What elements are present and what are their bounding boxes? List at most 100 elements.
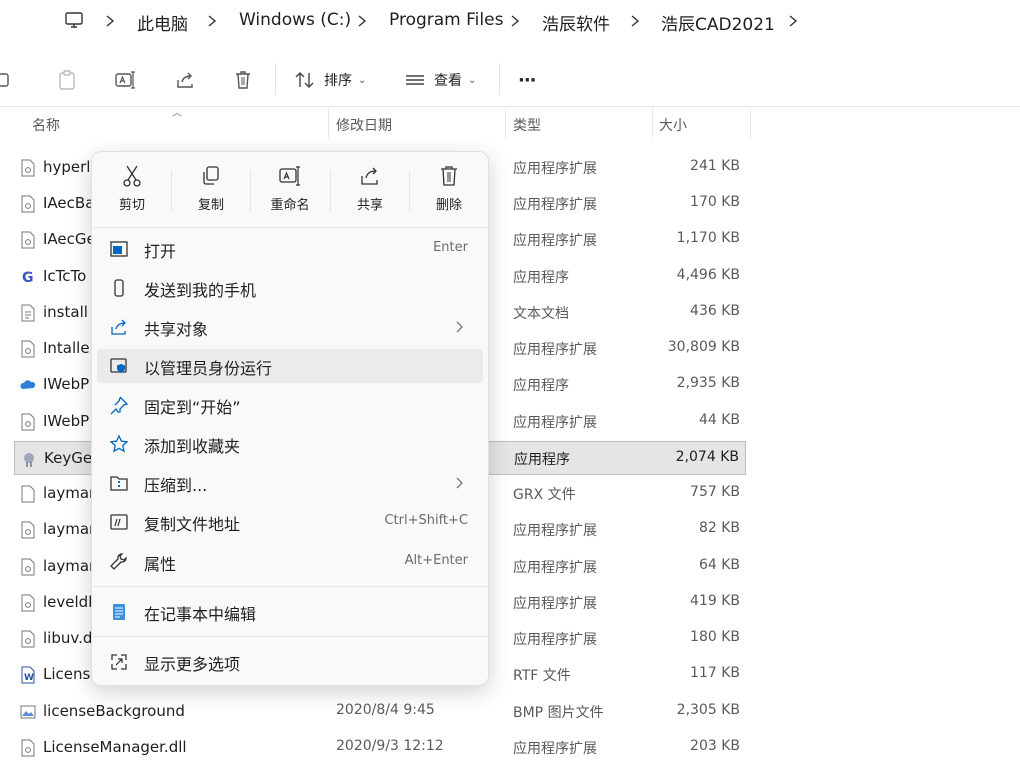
menu-item-label: 压缩到...: [144, 476, 208, 495]
chevron-right-icon[interactable]: [205, 10, 219, 32]
menu-item-open[interactable]: 打开 Enter: [97, 232, 483, 266]
menu-item-label: 显示更多选项: [144, 655, 241, 674]
zip-folder-icon: [110, 476, 128, 491]
file-type: 应用程序扩展: [513, 161, 597, 177]
breadcrumb-gstarcad-2021[interactable]: 浩辰CAD2021: [661, 10, 775, 35]
more-options-button[interactable]: ···: [518, 65, 536, 95]
breadcrumb-this-pc[interactable]: 此电脑: [137, 10, 188, 35]
computer-icon[interactable]: [64, 10, 84, 30]
rename-action[interactable]: 重命名: [260, 164, 320, 220]
rename-icon[interactable]: [114, 69, 136, 91]
file-size: 180 KB: [690, 629, 740, 645]
paste-icon[interactable]: [57, 69, 77, 91]
chevron-right-icon: [456, 477, 463, 489]
copy-action[interactable]: 复制: [181, 164, 241, 220]
sort-icon: [295, 72, 314, 88]
text-file-icon: [21, 304, 35, 322]
file-size: 419 KB: [690, 593, 740, 609]
dll-file-icon: [21, 630, 35, 648]
column-header-size[interactable]: 大小: [659, 115, 687, 135]
file-name: LicenseManager.dll: [43, 738, 187, 756]
menu-item-share-with[interactable]: 共享对象: [97, 310, 483, 344]
file-size: 64 KB: [698, 557, 740, 573]
chevron-right-icon: [456, 321, 463, 333]
star-icon: [109, 434, 129, 453]
column-header-type[interactable]: 类型: [513, 115, 541, 135]
column-separator[interactable]: [505, 108, 506, 138]
menu-item-copy-as-path[interactable]: 复制文件地址 Ctrl+Shift+C: [97, 505, 483, 539]
file-type: 应用程序扩展: [513, 596, 597, 612]
file-date: 2020/8/4 9:45: [336, 702, 435, 718]
word-doc-icon: W: [21, 666, 35, 684]
column-header-name[interactable]: 名称: [32, 115, 60, 135]
keygen-app-icon: [24, 453, 34, 467]
view-button[interactable]: 查看 ⌄: [404, 65, 476, 95]
column-separator[interactable]: [652, 108, 653, 138]
menu-shortcut: Ctrl+Shift+C: [384, 513, 468, 528]
menu-item-pin-to-start[interactable]: 固定到“开始”: [97, 388, 483, 422]
share-label: 共享: [356, 198, 383, 213]
sort-up-icon: ︿: [172, 108, 182, 119]
separator: [330, 170, 331, 212]
file-name: Intaller: [43, 339, 96, 357]
breadcrumb-windows-c[interactable]: Windows (C:): [239, 10, 351, 30]
menu-item-show-more-options[interactable]: 显示更多选项: [97, 645, 483, 679]
file-type: 应用程序扩展: [513, 560, 597, 576]
sort-button[interactable]: 排序 ⌄: [294, 65, 366, 95]
file-type: 应用程序扩展: [513, 632, 597, 648]
delete-icon[interactable]: [233, 69, 253, 91]
chevron-right-icon[interactable]: [355, 10, 369, 32]
file-type: 应用程序: [513, 270, 569, 286]
column-separator[interactable]: [750, 108, 751, 138]
menu-item-compress-to[interactable]: 压缩到...: [97, 466, 483, 500]
copy-path-icon: [110, 514, 128, 530]
sort-label: 排序: [324, 73, 352, 89]
chevron-right-icon[interactable]: [103, 10, 117, 32]
column-separator[interactable]: [328, 108, 329, 138]
file-size: 436 KB: [690, 303, 740, 319]
chevron-right-icon[interactable]: [786, 10, 800, 32]
cut-action[interactable]: 剪切: [102, 164, 162, 220]
chevron-right-icon[interactable]: [508, 10, 522, 32]
copy-icon[interactable]: [0, 70, 18, 90]
file-size: 757 KB: [690, 484, 740, 500]
cut-label: 剪切: [118, 198, 145, 213]
gstar-app-icon: G: [22, 270, 34, 286]
menu-divider: [93, 636, 487, 637]
file-type: 应用程序扩展: [513, 197, 597, 213]
delete-action[interactable]: 删除: [419, 164, 479, 220]
separator: [409, 170, 410, 212]
blank-file-icon: [21, 485, 35, 503]
file-name: IWebP: [43, 412, 90, 430]
menu-item-properties[interactable]: 属性 Alt+Enter: [97, 545, 483, 579]
rename-icon: [279, 166, 300, 186]
dll-file-icon: [21, 413, 35, 431]
chevron-right-icon[interactable]: [628, 10, 642, 32]
share-icon: [361, 167, 378, 185]
menu-item-send-to-phone[interactable]: 发送到我的手机: [97, 271, 483, 305]
column-header-modified[interactable]: 修改日期: [336, 115, 392, 135]
file-size: 2,074 KB: [675, 449, 739, 465]
notepad-icon: [113, 604, 125, 620]
breadcrumb-program-files[interactable]: Program Files: [389, 10, 503, 30]
file-size: 117 KB: [690, 665, 740, 681]
file-row[interactable]: licenseBackground 2020/8/4 9:45 BMP 图片文件…: [14, 695, 746, 729]
file-size: 1,170 KB: [676, 230, 740, 246]
menu-item-add-to-favorites[interactable]: 添加到收藏夹: [97, 427, 483, 461]
file-size: 4,496 KB: [676, 267, 740, 283]
share-icon[interactable]: [174, 69, 196, 91]
toolbar-divider: [0, 106, 1020, 107]
file-row[interactable]: LicenseManager.dll 2020/9/3 12:12 应用程序扩展…: [14, 731, 746, 765]
menu-item-edit-in-notepad[interactable]: 在记事本中编辑: [97, 595, 483, 629]
file-name: laymar: [43, 520, 96, 538]
breadcrumb-gstarsoft[interactable]: 浩辰软件: [542, 10, 610, 35]
file-size: 82 KB: [698, 520, 740, 536]
file-type: 应用程序扩展: [513, 523, 597, 539]
file-type: GRX 文件: [513, 487, 576, 503]
wrench-icon: [110, 553, 127, 570]
command-bar: 排序 ⌄ 查看 ⌄ ···: [0, 55, 1020, 105]
menu-item-run-as-admin[interactable]: 以管理员身份运行: [97, 349, 483, 383]
share-action[interactable]: 共享: [340, 164, 400, 220]
file-type: 应用程序扩展: [513, 741, 597, 757]
dll-file-icon: [21, 159, 35, 177]
